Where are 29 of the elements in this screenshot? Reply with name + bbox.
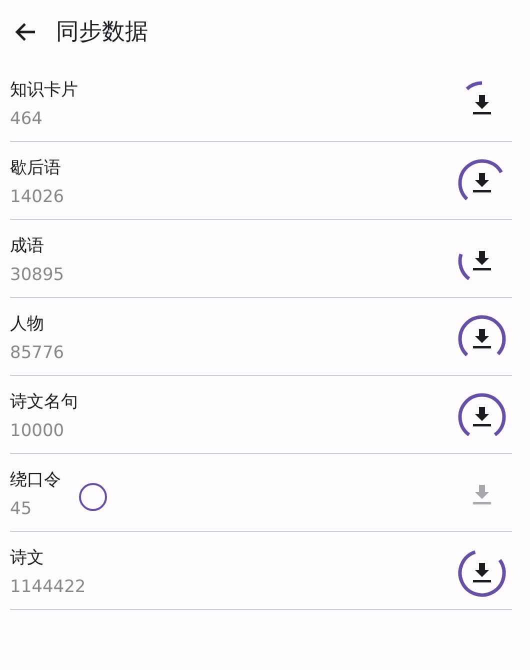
download-icon[interactable] [473, 94, 491, 114]
item-count: 1144422 [10, 576, 86, 597]
item-name: 诗文名句 [10, 392, 78, 412]
item-name: 诗文 [10, 548, 45, 568]
item-count: 10000 [10, 420, 66, 441]
touch-indicator [79, 483, 107, 511]
back-arrow-icon[interactable] [14, 22, 36, 42]
progress-arc [458, 314, 506, 356]
item-name: 知识卡片 [10, 80, 78, 100]
item-name: 绕口令 [10, 470, 61, 490]
item-count: 85776 [10, 342, 64, 363]
download-icon[interactable] [473, 406, 491, 426]
item-name: 人物 [10, 314, 45, 334]
item-count: 14026 [10, 186, 64, 207]
download-icon[interactable] [473, 250, 491, 270]
item-count: 30895 [10, 264, 64, 285]
item-name: 成语 [10, 236, 45, 256]
progress-arc [458, 158, 503, 200]
item-count: 464 [10, 108, 44, 129]
progress-arc [466, 80, 482, 90]
page-title: 同步数据 [56, 18, 148, 47]
progress-arc [458, 392, 506, 436]
download-icon[interactable] [473, 562, 491, 582]
download-icon[interactable] [473, 172, 491, 192]
progress-arc [458, 253, 470, 280]
download-icon[interactable] [473, 328, 491, 348]
item-name: 歇后语 [10, 158, 62, 178]
item-count: 45 [10, 498, 33, 519]
progress-arc [458, 550, 506, 596]
